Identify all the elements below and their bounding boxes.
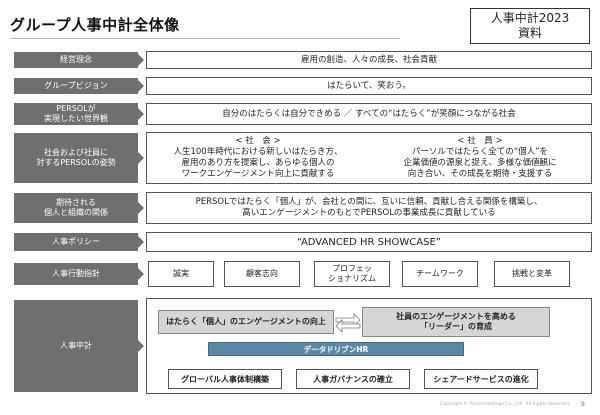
row-label-policy: 人事ポリシー <box>14 233 138 251</box>
row-label-world: PERSOLが 実現したい世界観 <box>14 103 138 125</box>
stance-employee-heading: < 社 員 > <box>457 136 503 146</box>
guideline-item: チームワーク <box>402 261 478 287</box>
initiative-global: グローバル人事体制構築 <box>168 369 282 389</box>
slide: グループ人事中計全体像 人事中計2023 資料 経営理念 雇用の創造、人々の成長… <box>0 0 600 415</box>
individual-engagement-bar: はたらく「個人」のエンゲージメントの向上 <box>158 310 334 334</box>
row-content-expected: PERSOLではたらく「個人」が、会社との間に、互いに信頼、貢献し合える関係を構… <box>146 192 592 224</box>
stance-employee-text: パーソルではたらく全ての“個人”を 企業価値の源泉と捉え、多様な価値観に 向き合… <box>403 147 557 179</box>
guideline-item: 誠実 <box>148 261 214 287</box>
stance-society-heading: < 社 会 > <box>235 136 281 146</box>
row-label-philosophy: 経営理念 <box>14 52 138 68</box>
row-label-stance: 社会および社員に 対するPERSOLの姿勢 <box>14 133 138 183</box>
row-content-stance: < 社 会 > 人生100年時代における新しいはたらき方、 雇用のあり方を提案し… <box>146 132 592 184</box>
row-content-policy: “ADVANCED HR SHOWCASE” <box>146 232 592 252</box>
badge-line-1: 人事中計2023 <box>490 11 570 25</box>
stance-society: < 社 会 > 人生100年時代における新しいはたらき方、 雇用のあり方を提案し… <box>147 133 369 183</box>
stance-society-text: 人生100年時代における新しいはたらき方、 雇用のあり方を提案し、あらゆる個人の… <box>173 147 343 179</box>
row-content-vision: はたらいて、笑おう。 <box>146 77 592 95</box>
row-label-plan: 人事中計 <box>14 300 138 392</box>
guideline-item: 顧客志向 <box>224 261 300 287</box>
bidirectional-arrow-icon <box>335 313 361 332</box>
row-content-philosophy: 雇用の創造、人々の成長、社会貢献 <box>146 51 592 69</box>
row-content-world: 自分のはたらくは自分できめる ／ すべての“はたらく”が笑顔につながる社会 <box>146 103 592 125</box>
leader-development-bar: 社員のエンゲージメントを高める 「リーダー」の育成 <box>362 307 550 337</box>
page-title: グループ人事中計全体像 <box>10 16 180 34</box>
row-label-expected: 期待される 個人と組織の関係 <box>14 193 138 223</box>
document-badge: 人事中計2023 資料 <box>470 8 590 44</box>
title-divider <box>10 38 400 39</box>
initiative-governance: 人事ガバナンスの確立 <box>296 369 410 389</box>
badge-line-2: 資料 <box>517 26 542 40</box>
stance-employee: < 社 員 > パーソルではたらく全ての“個人”を 企業価値の源泉と捉え、多様な… <box>369 133 591 183</box>
guideline-item: 挑戦と変革 <box>494 261 570 287</box>
page-number: 9 <box>581 401 585 408</box>
initiative-shared-services: シェアードサービスの進化 <box>424 369 538 389</box>
row-label-guideline: 人事行動指針 <box>14 263 138 285</box>
data-driven-hr-bar: データドリブンHR <box>208 342 464 356</box>
guideline-item: プロフェッ ショナリズム <box>314 261 390 287</box>
row-label-vision: グループビジョン <box>14 78 138 94</box>
copyright: Copyright © Persol Holdings Co., Ltd. Al… <box>440 402 571 407</box>
